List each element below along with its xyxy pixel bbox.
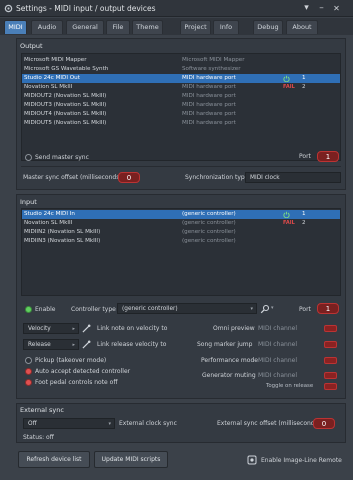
window-title: Settings - MIDI input / output devices — [16, 4, 156, 13]
power-icon — [283, 75, 290, 82]
link-icon — [82, 340, 91, 349]
release-dropdown[interactable]: Release ▸ — [23, 339, 79, 350]
refresh-device-list-button[interactable]: Refresh device list — [18, 451, 90, 468]
toggle-on-release-switch[interactable] — [324, 383, 337, 390]
chevron-down-icon: ▾ — [108, 421, 111, 427]
output-port-label: Port — [299, 153, 311, 160]
chevron-right-icon: ▸ — [72, 326, 75, 332]
list-item[interactable]: MIDIOUT4 (Novation SL MkIII) MIDI hardwa… — [22, 110, 340, 119]
power-icon — [283, 211, 290, 218]
tab-project[interactable]: Project — [180, 20, 211, 34]
tab-file[interactable]: File — [106, 20, 130, 34]
list-item[interactable]: Studio 24c MIDI Out MIDI hardware port 1 — [22, 74, 340, 83]
list-item[interactable]: MIDIIN3 (Novation SL MkIII) (generic con… — [22, 237, 340, 246]
send-master-sync-toggle[interactable] — [25, 154, 32, 161]
generator-muting-label: Generator muting — [202, 372, 256, 379]
external-sync-title: External sync — [20, 406, 64, 414]
list-item[interactable]: Novation SL MkIII MIDI hardware port FAI… — [22, 83, 340, 92]
enable-toggle[interactable] — [25, 306, 32, 313]
list-item[interactable]: MIDIOUT5 (Novation SL MkIII) MIDI hardwa… — [22, 119, 340, 128]
input-port-selector[interactable]: 1 — [317, 303, 339, 314]
auto-accept-toggle[interactable] — [25, 368, 32, 375]
external-sync-panel: External sync Off ▾ External clock sync … — [16, 403, 346, 443]
link-release-label: Link release velocity to — [97, 341, 167, 348]
send-master-sync-label: Send master sync — [35, 154, 89, 161]
link-note-on-label: Link note on velocity to — [97, 325, 168, 332]
toggle-on-release-label: Toggle on release — [266, 383, 314, 389]
output-port-selector[interactable]: 1 — [317, 151, 339, 162]
tab-bar: MIDI Audio General File Theme Project In… — [0, 18, 353, 35]
external-sync-offset-value[interactable]: 0 — [313, 418, 335, 429]
remote-icon — [247, 455, 257, 465]
song-marker-label: Song marker jump — [197, 341, 253, 348]
chevron-down-icon[interactable]: ▾ — [271, 305, 274, 311]
list-item[interactable]: Novation SL MkIII (generic controller) F… — [22, 219, 340, 228]
input-panel: Input Studio 24c MIDI In (generic contro… — [16, 194, 346, 399]
foot-pedal-label: Foot pedal controls note off — [35, 379, 118, 386]
tab-theme[interactable]: Theme — [132, 20, 163, 34]
external-clock-label: External clock sync — [119, 420, 177, 427]
list-item[interactable]: MIDIOUT3 (Novation SL MkIII) MIDI hardwa… — [22, 101, 340, 110]
enable-label: Enable — [35, 306, 56, 313]
performance-mode-label: Performance mode — [201, 357, 258, 364]
input-title: Input — [20, 198, 37, 206]
sync-type-dropdown[interactable]: MIDI clock — [245, 172, 341, 183]
song-marker-channel[interactable] — [324, 341, 337, 348]
list-item[interactable]: Studio 24c MIDI In (generic controller) … — [22, 210, 340, 219]
list-item[interactable]: MIDIIN2 (Novation SL MkIII) (generic con… — [22, 228, 340, 237]
search-icon[interactable] — [260, 304, 270, 314]
tab-audio[interactable]: Audio — [31, 20, 63, 34]
controller-type-dropdown[interactable]: (generic controller) ▾ — [117, 303, 257, 314]
tab-info[interactable]: Info — [213, 20, 239, 34]
sync-type-label: Synchronization type — [185, 174, 249, 181]
list-item[interactable]: Microsoft MIDI Mapper Microsoft MIDI Map… — [22, 56, 340, 65]
pickup-toggle[interactable] — [25, 357, 32, 364]
list-item[interactable]: MIDIOUT2 (Novation SL MkIII) MIDI hardwa… — [22, 92, 340, 101]
output-title: Output — [20, 42, 43, 50]
external-clock-dropdown[interactable]: Off ▾ — [23, 418, 115, 429]
velocity-dropdown[interactable]: Velocity ▸ — [23, 323, 79, 334]
tab-debug[interactable]: Debug — [253, 20, 283, 34]
external-sync-offset-label: External sync offset (milliseconds) — [217, 420, 321, 427]
tab-about[interactable]: About — [286, 20, 318, 34]
omni-preview-channel[interactable] — [324, 325, 337, 332]
pickup-label: Pickup (takeover mode) — [35, 357, 107, 364]
generator-muting-channel[interactable] — [324, 372, 337, 379]
master-sync-offset-label: Master sync offset (milliseconds) — [23, 174, 122, 181]
auto-accept-label: Auto accept detected controller — [35, 368, 131, 375]
link-icon — [82, 324, 91, 333]
output-device-list[interactable]: Microsoft MIDI Mapper Microsoft MIDI Map… — [21, 53, 341, 161]
master-sync-offset-value[interactable]: 0 — [118, 172, 140, 183]
tab-general[interactable]: General — [66, 20, 104, 34]
enable-remote-label[interactable]: Enable Image-Line Remote — [261, 457, 342, 464]
chevron-down-icon: ▾ — [250, 306, 253, 312]
settings-icon — [4, 4, 13, 13]
foot-pedal-toggle[interactable] — [25, 379, 32, 386]
tab-midi[interactable]: MIDI — [4, 20, 27, 34]
update-midi-scripts-button[interactable]: Update MIDI scripts — [94, 451, 168, 468]
controller-type-label: Controller type — [71, 306, 116, 313]
minimize-icon[interactable]: – — [316, 3, 327, 14]
omni-preview-label: Omni preview — [213, 325, 255, 332]
input-port-label: Port — [299, 306, 311, 313]
close-icon[interactable]: ✕ — [331, 3, 342, 14]
chevron-right-icon: ▸ — [72, 342, 75, 348]
list-item[interactable]: Microsoft GS Wavetable Synth Software sy… — [22, 65, 340, 74]
performance-mode-channel[interactable] — [324, 357, 337, 364]
menu-icon[interactable]: ▾ — [301, 3, 312, 14]
input-device-list[interactable]: Studio 24c MIDI In (generic controller) … — [21, 208, 341, 296]
output-panel: Output Microsoft MIDI Mapper Microsoft M… — [16, 38, 346, 190]
title-bar: Settings - MIDI input / output devices ▾… — [0, 0, 353, 17]
divider — [21, 166, 341, 167]
external-sync-status: Status: off — [23, 434, 54, 441]
